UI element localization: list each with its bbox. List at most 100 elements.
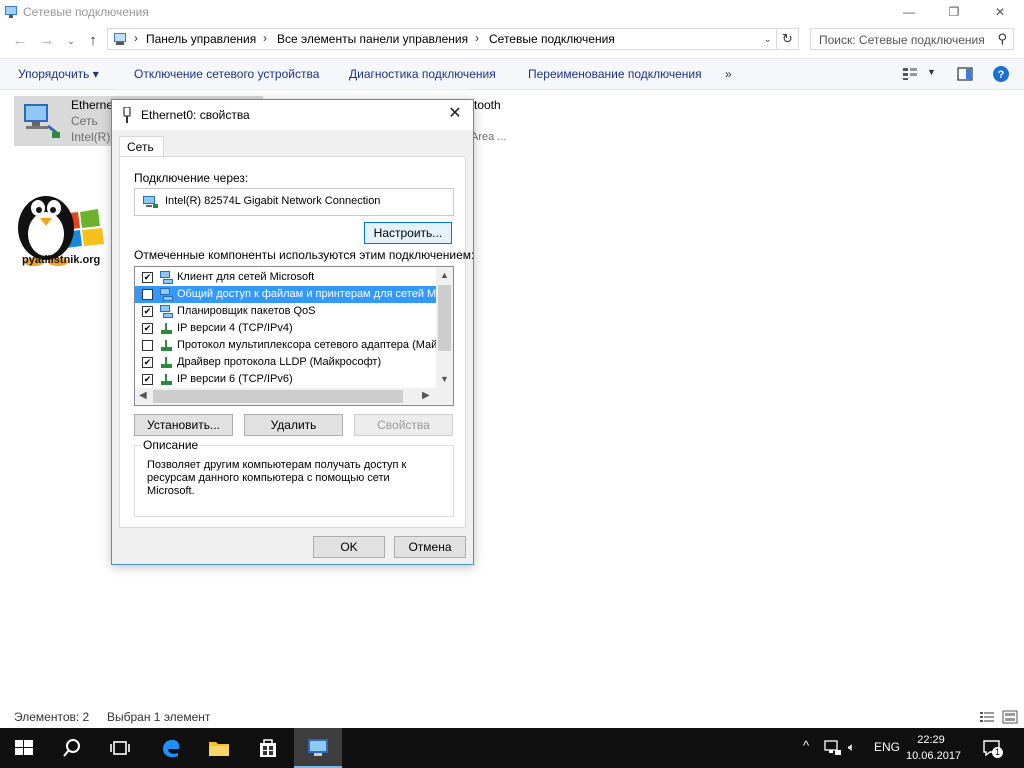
scroll-up-icon[interactable]: ▲	[436, 270, 453, 280]
search-placeholder: Поиск: Сетевые подключения	[819, 33, 985, 47]
list-item[interactable]: Общий доступ к файлам и принтерам для се…	[135, 286, 439, 303]
taskbar-network-connections-button[interactable]	[294, 728, 342, 768]
maximize-button[interactable]: ❐	[931, 0, 977, 26]
breadcrumb-separator[interactable]: ›	[475, 31, 479, 45]
list-item[interactable]: ✔ Драйвер протокола LLDP (Майкрософт)	[135, 354, 436, 371]
minimize-button[interactable]: —	[886, 0, 932, 26]
list-item[interactable]: ✔ Клиент для сетей Microsoft	[135, 269, 436, 286]
diagnose-connection-button[interactable]: Диагностика подключения	[349, 67, 496, 81]
tab-network[interactable]: Сеть	[119, 136, 164, 157]
description-group: Описание Позволяет другим компьютерам по…	[134, 438, 454, 517]
input-language[interactable]: ENG	[874, 740, 900, 754]
breadcrumb-all-items[interactable]: Все элементы панели управления	[277, 32, 468, 46]
rename-connection-button[interactable]: Переименование подключения	[528, 67, 702, 81]
uninstall-button[interactable]: Удалить	[244, 414, 343, 436]
dialog-titlebar: Ethernet0: свойства ✕	[112, 100, 473, 130]
network-tray-icon[interactable]	[824, 740, 842, 756]
list-item[interactable]: Протокол мультиплексора сетевого адаптер…	[135, 337, 438, 354]
adapter-field: Intel(R) 82574L Gigabit Network Connecti…	[134, 188, 454, 216]
scroll-right-icon[interactable]: ▶	[422, 390, 430, 401]
component-checkbox[interactable]: ✔	[142, 323, 153, 334]
preview-pane-icon[interactable]	[957, 67, 973, 81]
component-checkbox[interactable]: ✔	[142, 357, 153, 368]
cancel-button[interactable]: Отмена	[394, 536, 466, 558]
logo-text: pyatilistnik.org	[22, 254, 101, 266]
ethernet-properties-dialog: Ethernet0: свойства ✕ Сеть Подключение ч…	[111, 99, 474, 565]
ok-button[interactable]: OK	[313, 536, 385, 558]
protocol-icon	[161, 374, 172, 385]
search-input[interactable]: Поиск: Сетевые подключения ⚲	[810, 28, 1014, 50]
action-center-icon[interactable]: 1	[982, 738, 1003, 758]
search-taskbar-icon[interactable]	[60, 736, 84, 760]
breadcrumb-separator[interactable]: ›	[263, 31, 267, 45]
back-arrow-icon[interactable]: ←	[11, 32, 29, 50]
adapter-name: Intel(R) 82574L Gigabit Network Connecti…	[165, 195, 381, 207]
notification-count-badge: 1	[992, 747, 1003, 758]
close-window-button[interactable]: ✕	[977, 0, 1023, 26]
up-arrow-icon[interactable]: ↑	[84, 32, 102, 50]
scroll-corner	[436, 388, 453, 405]
selected-count: Выбран 1 элемент	[107, 710, 211, 724]
breadcrumb-network-connections[interactable]: Сетевые подключения	[489, 32, 615, 46]
horizontal-scrollbar[interactable]: ◀ ▶	[135, 388, 436, 405]
organize-menu-button[interactable]: Упорядочить ▾	[18, 67, 99, 81]
components-label: Отмеченные компоненты используются этим …	[134, 248, 475, 262]
configure-button[interactable]: Настроить...	[364, 222, 452, 244]
properties-button[interactable]: Свойства	[354, 414, 453, 436]
large-icons-view-icon[interactable]	[1002, 710, 1018, 724]
refresh-button[interactable]: ↻	[777, 28, 799, 50]
list-item[interactable]: ✔ Планировщик пакетов QoS	[135, 303, 436, 320]
connect-using-label: Подключение через:	[134, 171, 249, 185]
store-icon[interactable]	[256, 736, 280, 760]
volume-icon[interactable]: 🔈︎	[848, 740, 855, 755]
protocol-icon	[161, 340, 172, 351]
address-dropdown-chevron-icon[interactable]: ⌄	[764, 34, 772, 45]
search-icon[interactable]: ⚲	[997, 31, 1007, 47]
command-bar: Упорядочить ▾ Отключение сетевого устрой…	[0, 58, 1024, 90]
list-item[interactable]: ✔ IP версии 4 (TCP/IPv4)	[135, 320, 436, 337]
ethernet-connector-icon	[123, 107, 131, 123]
breadcrumb-separator[interactable]: ›	[134, 31, 138, 45]
component-checkbox[interactable]	[142, 340, 153, 351]
recent-locations-chevron-icon[interactable]: ⌄	[62, 32, 80, 50]
protocol-icon	[161, 357, 172, 368]
task-view-icon[interactable]	[108, 736, 132, 760]
file-explorer-icon[interactable]	[207, 736, 231, 760]
forward-arrow-icon[interactable]: →	[38, 32, 56, 50]
component-label: Протокол мультиплексора сетевого адаптер…	[177, 339, 438, 351]
component-checkbox[interactable]: ✔	[142, 374, 153, 385]
scroll-down-icon[interactable]: ▼	[436, 374, 453, 384]
breadcrumb-control-panel[interactable]: Панель управления	[146, 32, 256, 46]
view-options-icon[interactable]	[902, 67, 918, 81]
component-label: IP версии 6 (TCP/IPv6)	[177, 373, 293, 385]
disable-device-button[interactable]: Отключение сетевого устройства	[134, 67, 319, 81]
install-button[interactable]: Установить...	[134, 414, 233, 436]
network-adapter-icon	[24, 104, 60, 138]
vertical-scroll-thumb[interactable]	[438, 285, 451, 351]
list-item[interactable]: ✔ IP версии 6 (TCP/IPv6)	[135, 371, 436, 388]
items-count: Элементов: 2	[14, 710, 90, 724]
component-checkbox[interactable]	[142, 289, 153, 300]
view-dropdown-chevron-icon[interactable]: ▼	[927, 67, 936, 77]
horizontal-scroll-thumb[interactable]	[153, 390, 403, 403]
network-connections-taskbar-icon	[308, 739, 328, 756]
address-bar[interactable]: › Панель управления › Все элементы панел…	[107, 28, 777, 50]
clock[interactable]: 22:29 10.06.2017	[906, 732, 961, 764]
details-view-icon[interactable]	[979, 710, 995, 724]
bluetooth-device: Area ...	[471, 131, 507, 143]
tray-expand-chevron-icon[interactable]: ^	[803, 738, 809, 753]
start-windows-icon[interactable]	[12, 736, 36, 760]
component-checkbox[interactable]: ✔	[142, 272, 153, 283]
vertical-scrollbar[interactable]: ▲ ▼	[436, 267, 453, 388]
components-list[interactable]: ✔ Клиент для сетей Microsoft Общий досту…	[134, 266, 454, 406]
component-label: Общий доступ к файлам и принтерам для се…	[177, 288, 439, 300]
more-commands-button[interactable]: »	[725, 67, 732, 81]
component-label: Клиент для сетей Microsoft	[177, 271, 315, 283]
file-sharing-icon	[160, 288, 173, 301]
window-title: Сетевые подключения	[23, 5, 149, 19]
scroll-left-icon[interactable]: ◀	[139, 390, 147, 401]
edge-browser-icon[interactable]	[159, 736, 183, 760]
dialog-close-icon[interactable]: ✕	[443, 103, 467, 125]
help-icon[interactable]: ?	[992, 65, 1010, 83]
component-checkbox[interactable]: ✔	[142, 306, 153, 317]
